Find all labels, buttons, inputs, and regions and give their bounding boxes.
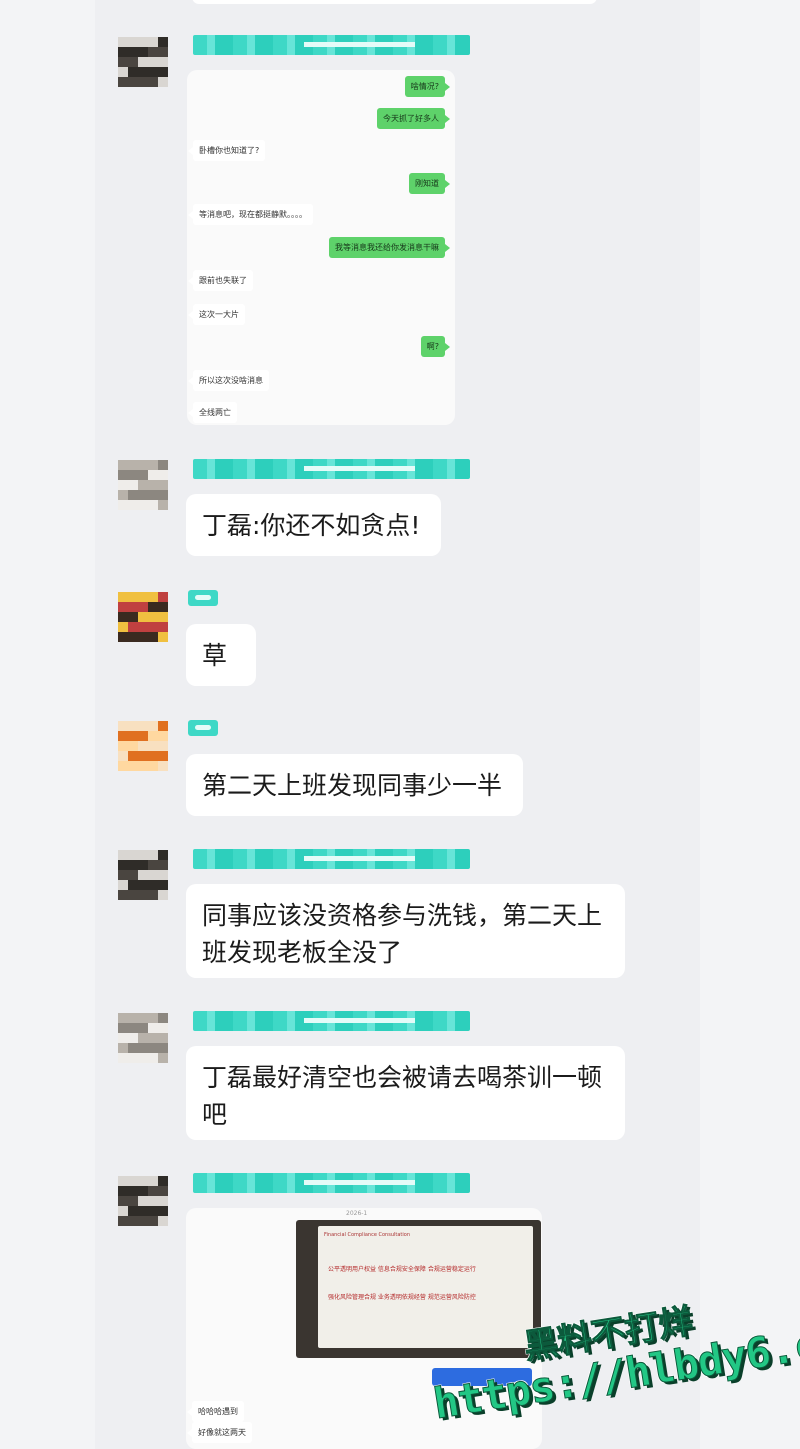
avatar-pixelated[interactable]	[118, 850, 168, 900]
mini-message: 今天抓了好多人	[377, 108, 450, 129]
mini-message: 所以这次没啥消息	[188, 370, 269, 391]
embedded-chat-screenshot[interactable]: 啥情况? 今天抓了好多人 卧槽你也知道了? 刚知道 等消息吧，现在都挺静默。。。…	[187, 70, 455, 425]
previous-message-bubble[interactable]	[192, 0, 597, 4]
mini-message: 这次一大片	[188, 304, 245, 325]
message-bubble[interactable]: 丁磊:你还不如贪点!	[186, 494, 441, 556]
screen-title: Financial Compliance Consultation	[324, 1232, 410, 1238]
avatar-pixelated[interactable]	[118, 1013, 168, 1063]
mini-message: 刚知道	[409, 173, 450, 194]
sender-name-redacted	[193, 1011, 470, 1031]
monitor-screen: Financial Compliance Consultation 公平透明用户…	[318, 1226, 533, 1348]
mini-message: 卧槽你也知道了?	[187, 140, 266, 161]
image-caption: 好像就这两天	[187, 1422, 252, 1443]
sender-name-redacted	[193, 35, 470, 55]
mini-message: 我等消息我还给你发消息干嘛	[329, 237, 450, 258]
avatar-pixelated[interactable]	[118, 721, 168, 771]
image-caption: 哈哈哈遇到	[187, 1401, 244, 1422]
sender-name-redacted	[188, 590, 218, 606]
message-bubble[interactable]: 丁磊最好清空也会被请去喝茶训一顿吧	[186, 1046, 625, 1140]
mini-message: 等消息吧，现在都挺静默。。。。	[188, 204, 313, 225]
sender-name-redacted	[193, 1173, 470, 1193]
mini-message: 跟前也失联了	[188, 270, 253, 291]
avatar-pixelated[interactable]	[118, 592, 168, 642]
left-panel	[0, 0, 95, 1449]
screen-row: 强化风险管理合规 业务透明依规经营 规范运营风险防控	[328, 1294, 476, 1301]
mini-message: 啥情况?	[404, 76, 451, 97]
mini-message: 啊?	[420, 336, 451, 357]
screen-row: 公平透明用户权益 信息合规安全保障 合规运营稳定运行	[328, 1266, 476, 1273]
message-bubble[interactable]: 同事应该没资格参与洗钱，第二天上班发现老板全没了	[186, 884, 625, 978]
avatar-pixelated[interactable]	[118, 1176, 168, 1226]
right-panel	[700, 0, 800, 1449]
message-bubble[interactable]: 第二天上班发现同事少一半	[186, 754, 523, 816]
message-bubble[interactable]: 草	[186, 624, 256, 686]
image-date: 2026-1	[346, 1210, 368, 1217]
sender-name-redacted	[193, 849, 470, 869]
mini-message: 全线两亡	[188, 402, 237, 423]
sender-name-redacted	[193, 459, 470, 479]
avatar-pixelated[interactable]	[118, 460, 168, 510]
sender-name-redacted	[188, 720, 218, 736]
avatar-pixelated[interactable]	[118, 37, 168, 87]
photo-thumbnail[interactable]: Financial Compliance Consultation 公平透明用户…	[296, 1220, 541, 1358]
